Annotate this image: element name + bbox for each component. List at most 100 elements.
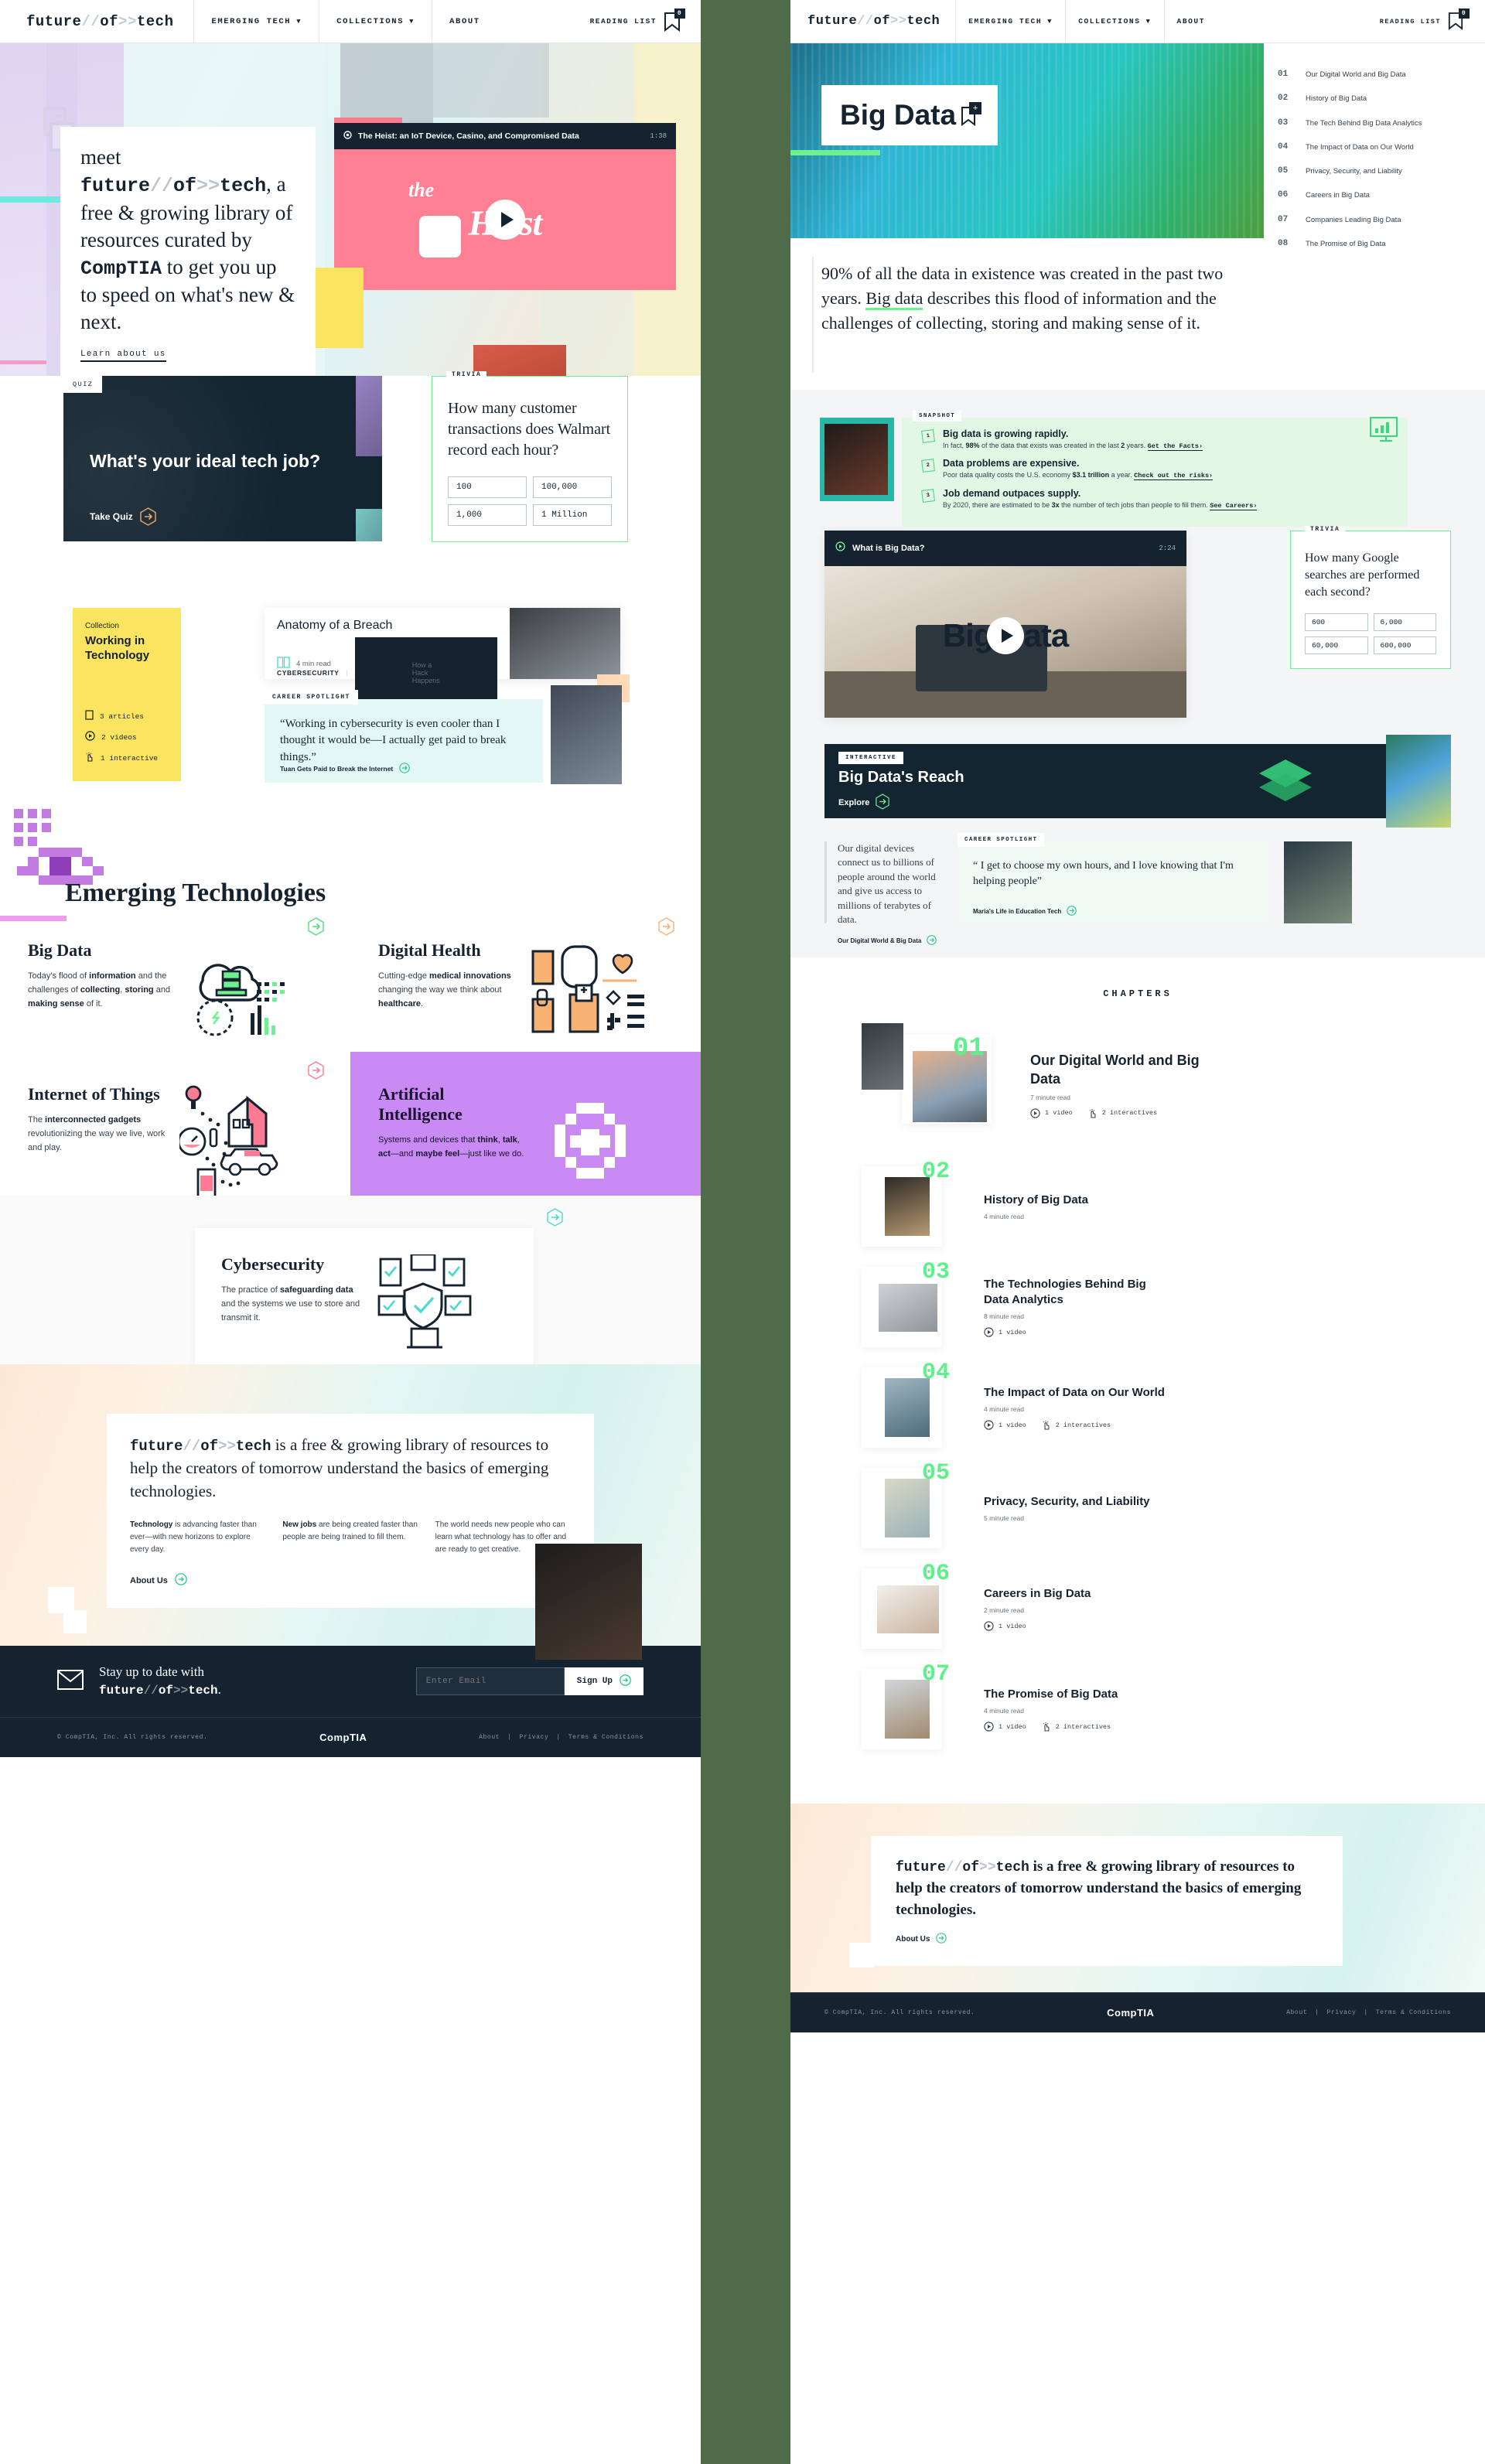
chapters-heading: CHAPTERS <box>1103 988 1173 999</box>
chapter-row[interactable]: 04 The Impact of Data on Our World 4 min… <box>790 1360 1485 1452</box>
chapter-meta: The Technologies Behind Big Data Analyti… <box>942 1277 1169 1337</box>
chapter-number: 01 <box>953 1034 985 1063</box>
learn-about-us-link[interactable]: Learn about us <box>80 350 166 363</box>
stat-label: 2 videos <box>101 732 137 742</box>
snapshot-tag: SNAPSHOT <box>913 411 962 421</box>
about-sep-2: >> <box>218 1438 236 1455</box>
trivia-option[interactable]: 100,000 <box>533 476 612 498</box>
emerging-card-cybersecurity[interactable]: Cybersecurity The practice of safeguardi… <box>195 1208 563 1367</box>
toc-item[interactable]: 06 Careers in Big Data <box>1278 190 1468 201</box>
footer-link-terms[interactable]: Terms & Conditions <box>568 1734 644 1741</box>
trivia-card[interactable]: TRIVIA How many Google searches are perf… <box>1290 526 1451 670</box>
trivia-option[interactable]: 60,000 <box>1305 636 1368 655</box>
career-spotlight-attribution[interactable]: Tuan Gets Paid to Break the Internet <box>280 763 411 775</box>
trivia-option[interactable]: 600,000 <box>1373 636 1436 655</box>
topic-video-card[interactable]: What is Big Data? 2:24 Big Data <box>824 531 1186 718</box>
toc-item[interactable]: 01 Our Digital World and Big Data <box>1278 70 1468 80</box>
pull-quote-link[interactable]: Our Digital World & Big Data <box>838 934 940 947</box>
hero-yellow-block <box>316 268 364 348</box>
chapter-row[interactable]: 07 The Promise of Big Data 4 minute read… <box>790 1661 1485 1754</box>
trivia-option[interactable]: 100 <box>448 476 527 498</box>
hero-heading-lead: meet <box>80 145 121 169</box>
footer-link-terms[interactable]: Terms & Conditions <box>1376 2009 1451 2016</box>
emerging-card-big-data[interactable]: Big Data Today's flood of information an… <box>0 908 350 1052</box>
email-input[interactable] <box>415 1667 565 1695</box>
about-us-button[interactable]: About Us <box>130 1573 571 1588</box>
toc-item[interactable]: 05 Privacy, Security, and Liability <box>1278 166 1468 177</box>
white-square-deco-1 <box>48 1587 74 1613</box>
trivia-card[interactable]: TRIVIA How many customer transactions do… <box>432 371 628 542</box>
toc-item[interactable]: 08 The Promise of Big Data <box>1278 239 1468 250</box>
nav-item-about[interactable]: ABOUT <box>1163 0 1218 43</box>
about-band: future//of>>tech is a free & growing lib… <box>0 1364 701 1660</box>
play-icon[interactable] <box>987 616 1024 654</box>
emerging-heading: Emerging Technologies <box>65 879 326 907</box>
nav-item-emerging-tech[interactable]: EMERGING TECH ▼ <box>193 0 319 43</box>
emerging-card-internet-of-things[interactable]: Internet of Things The interconnected ga… <box>0 1052 350 1199</box>
icon-label: 2 interactives <box>1101 1109 1158 1118</box>
reading-list-button[interactable]: READING LIST 0 <box>1380 8 1485 32</box>
footer-link-privacy[interactable]: Privacy <box>520 1734 549 1741</box>
bookmark-plus-icon[interactable]: + <box>961 102 982 126</box>
toc-item[interactable]: 02 History of Big Data <box>1278 94 1468 104</box>
hex-arrow-right-icon[interactable] <box>547 1208 563 1227</box>
site-logo[interactable]: future//of >> tech <box>0 0 193 43</box>
chapter-row[interactable]: 03 The Technologies Behind Big Data Anal… <box>790 1259 1485 1352</box>
reading-list-button[interactable]: READING LIST 0 <box>590 8 701 32</box>
white-square-deco-2 <box>63 1610 87 1633</box>
chapter-row[interactable]: 02 History of Big Data 4 minute read <box>790 1159 1485 1251</box>
snapshot-link[interactable]: Check out the risks› <box>1134 472 1214 481</box>
toc-item[interactable]: 04 The Impact of Data on Our World <box>1278 142 1468 153</box>
chapter-row[interactable]: 05 Privacy, Security, and Liability 5 mi… <box>790 1460 1485 1553</box>
chapter-row[interactable]: 06 Careers in Big Data 2 minute read 1 v… <box>790 1561 1485 1653</box>
lede-link-big-data[interactable]: Big data <box>865 288 923 310</box>
trivia-option[interactable]: 600 <box>1305 613 1368 632</box>
nav-item-emerging-tech[interactable]: EMERGING TECH ▼ <box>955 0 1065 43</box>
chapter-meta: Careers in Big Data 2 minute read 1 vide… <box>942 1586 1091 1632</box>
nav-item-collections[interactable]: COLLECTIONS ▼ <box>319 0 432 43</box>
nav-item-collections[interactable]: COLLECTIONS ▼ <box>1065 0 1163 43</box>
about-brand-tech: tech <box>235 1438 271 1455</box>
emerging-card-artificial-intelligence[interactable]: Artificial Intelligence Systems and devi… <box>350 1052 701 1196</box>
career-spotlight-attribution[interactable]: Maria's Life in Education Tech <box>973 906 1077 917</box>
medical-devices-icon <box>530 940 701 1052</box>
footer-link-about[interactable]: About <box>1286 2009 1307 2016</box>
about-heading: future//of>>tech is a free & growing lib… <box>130 1434 571 1503</box>
nav-item-about[interactable]: ABOUT <box>432 0 497 43</box>
collection-card[interactable]: Collection Working in Technology 3 artic… <box>73 608 181 781</box>
snapshot-link[interactable]: Get the Facts› <box>1147 442 1203 451</box>
quiz-photo-3 <box>356 509 382 541</box>
about-col-head: New jobs <box>282 1520 317 1529</box>
hex-arrow-right-icon[interactable] <box>308 917 324 936</box>
toc-item[interactable]: 03 The Tech Behind Big Data Analytics <box>1278 118 1468 129</box>
explore-button[interactable]: Explore <box>838 793 890 812</box>
featured-video-thumbnail[interactable]: the Heist <box>334 149 676 290</box>
hex-arrow-right-icon[interactable] <box>308 1061 324 1080</box>
take-quiz-button[interactable]: Take Quiz <box>90 507 156 526</box>
hex-arrow-right-icon[interactable] <box>658 917 674 936</box>
trivia-option[interactable]: 1 Million <box>533 504 612 526</box>
featured-video-card[interactable]: The Heist: an IoT Device, Casino, and Co… <box>334 118 676 290</box>
footer-link-privacy[interactable]: Privacy <box>1327 2009 1357 2016</box>
career-spotlight-card[interactable]: CAREER SPOTLIGHT “ I get to choose my ow… <box>958 833 1267 923</box>
desktop-chart-icon <box>1369 416 1403 448</box>
chapter-row[interactable]: 01 Our Digital World and Big Data 7 minu… <box>790 1019 1485 1151</box>
toc-item[interactable]: 07 Companies Leading Big Data <box>1278 215 1468 226</box>
about-us-button[interactable]: About Us <box>896 1933 1318 1946</box>
play-icon[interactable] <box>485 200 525 240</box>
toc-label: Companies Leading Big Data <box>1306 215 1401 224</box>
hero-pink-rule <box>0 360 46 364</box>
sign-up-button[interactable]: Sign Up <box>564 1667 644 1695</box>
trivia-option[interactable]: 6,000 <box>1373 613 1436 632</box>
hero-teal-rule <box>0 196 63 203</box>
quiz-card[interactable]: QUIZ What's your ideal tech job? Take Qu… <box>63 376 382 541</box>
interactive-banner[interactable]: INTERACTIVE Big Data's Reach Explore <box>824 735 1451 828</box>
article-card[interactable]: Anatomy of a Breach CYBERSECURITY | How … <box>265 608 620 708</box>
career-spotlight-card[interactable]: CAREER SPOTLIGHT “Working in cybersecuri… <box>265 690 543 783</box>
snapshot-link[interactable]: See Careers› <box>1210 501 1258 510</box>
site-logo[interactable]: future//of >> tech <box>790 0 955 43</box>
emerging-card-digital-health[interactable]: Digital Health Cutting-edge medical inno… <box>350 908 701 1052</box>
topic-title: Big Data <box>840 99 957 131</box>
footer-link-about[interactable]: About <box>479 1734 500 1741</box>
trivia-option[interactable]: 1,000 <box>448 504 527 526</box>
